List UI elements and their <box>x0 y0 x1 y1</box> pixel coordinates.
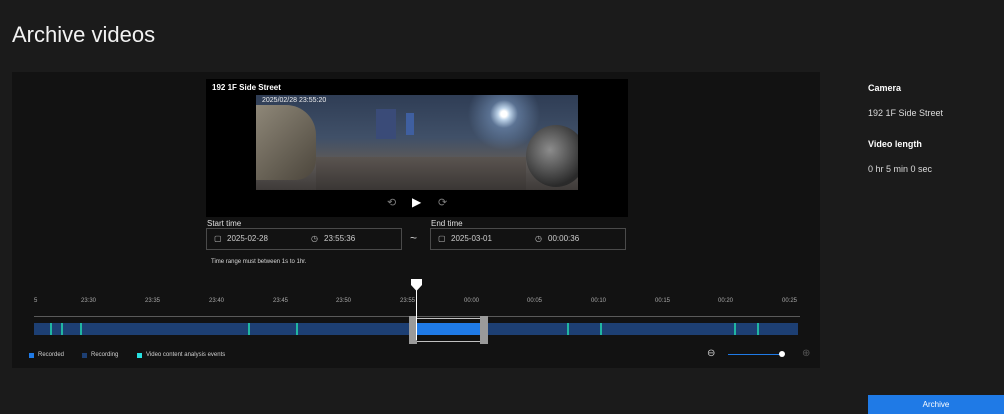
event-marker <box>50 323 52 335</box>
archive-button[interactable]: Archive <box>868 395 1004 414</box>
calendar-icon: ▢ <box>438 234 446 243</box>
timeline-tick: 00:05 <box>527 298 543 304</box>
video-frame <box>256 95 578 190</box>
legend-events-swatch <box>137 353 142 358</box>
camera-dome <box>526 125 578 187</box>
event-marker <box>567 323 569 335</box>
video-length-label: Video length <box>868 139 922 149</box>
timeline-tick: 23:50 <box>336 298 352 304</box>
forward-15-icon[interactable]: ⟳ <box>438 196 447 209</box>
legend-recording-label: Recording <box>91 352 119 358</box>
timeline-tick: 00:25 <box>782 298 798 304</box>
timeline-tick: 5 <box>34 298 38 304</box>
event-marker <box>734 323 736 335</box>
timeline-tick: 00:15 <box>655 298 671 304</box>
clock-icon: ◷ <box>311 234 318 243</box>
timeline-tick: 23:55 <box>400 298 416 304</box>
clock-icon: ◷ <box>535 234 542 243</box>
end-time-label: End time <box>431 219 463 228</box>
video-camera-name: 192 1F Side Street <box>212 83 281 92</box>
play-icon[interactable]: ▶ <box>412 195 421 209</box>
playhead-line <box>416 290 417 340</box>
building-window <box>406 113 414 135</box>
timeline-tick: 00:20 <box>718 298 734 304</box>
end-date-value: 2025-03-01 <box>451 234 492 243</box>
event-marker <box>80 323 82 335</box>
event-marker <box>757 323 759 335</box>
zoom-in-icon[interactable]: ⊕ <box>802 348 810 359</box>
timeline-tick: 23:45 <box>273 298 289 304</box>
event-marker <box>248 323 250 335</box>
timeline-tick: 23:30 <box>81 298 97 304</box>
selection-end-handle[interactable] <box>480 316 488 344</box>
zoom-slider-knob[interactable] <box>779 351 785 357</box>
start-time-field[interactable]: ▢ 2025-02-28 ◷ 23:55:36 <box>206 228 402 250</box>
legend-recorded-swatch <box>29 353 34 358</box>
rewind-15-icon[interactable]: ⟲ <box>387 196 396 209</box>
event-marker <box>296 323 298 335</box>
end-time-value: 00:00:36 <box>548 234 580 243</box>
event-marker <box>61 323 63 335</box>
playhead-marker-icon[interactable] <box>411 279 422 291</box>
calendar-icon: ▢ <box>214 234 222 243</box>
video-length-value: 0 hr 5 min 0 sec <box>868 164 933 174</box>
camera-label: Camera <box>868 83 902 93</box>
camera-value: 192 1F Side Street <box>868 108 944 118</box>
start-time-value: 23:55:36 <box>324 234 356 243</box>
timeline-axis <box>34 316 800 317</box>
legend-recorded-label: Recorded <box>38 352 65 358</box>
video-timestamp: 2025/02/28 23:55:20 <box>262 97 327 104</box>
selected-recording <box>417 323 480 335</box>
zoom-out-icon[interactable]: ⊖ <box>707 348 715 359</box>
timeline-tick: 00:00 <box>464 298 480 304</box>
building-wall <box>376 109 396 139</box>
legend-events-label: Video content analysis events <box>146 352 226 358</box>
zoom-slider[interactable] <box>728 354 780 355</box>
timeline-tick: 23:40 <box>209 298 225 304</box>
legend-recording-swatch <box>82 353 87 358</box>
event-marker <box>600 323 602 335</box>
start-time-label: Start time <box>207 219 242 228</box>
page-title: Archive videos <box>12 22 156 47</box>
range-separator: ~ <box>410 231 418 245</box>
foreground-pipe <box>256 105 316 180</box>
time-range-hint: Time range must between 1s to 1hr. <box>211 259 307 265</box>
timeline-tick: 00:10 <box>591 298 607 304</box>
street-ground <box>316 157 526 190</box>
end-time-field[interactable]: ▢ 2025-03-01 ◷ 00:00:36 <box>430 228 626 250</box>
timeline-tick: 23:35 <box>145 298 161 304</box>
start-date-value: 2025-02-28 <box>227 234 268 243</box>
